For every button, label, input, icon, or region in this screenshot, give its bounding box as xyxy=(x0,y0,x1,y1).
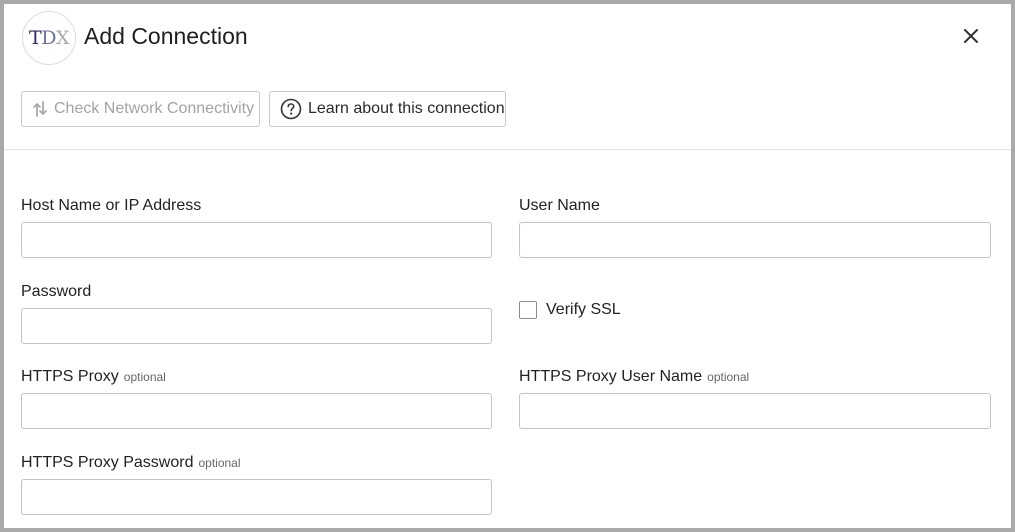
logo-letter-x: X xyxy=(55,27,70,49)
optional-hint: optional xyxy=(198,456,241,470)
username-label-text: User Name xyxy=(519,197,600,214)
https-proxy-input[interactable] xyxy=(21,393,492,429)
dialog-header: TDX Add Connection Check Network Connect… xyxy=(4,4,1011,150)
optional-hint: optional xyxy=(123,370,166,384)
https-proxy-user-label: HTTPS Proxy User Name optional xyxy=(519,367,749,387)
https-proxy-label-text: HTTPS Proxy xyxy=(21,368,119,385)
host-input[interactable] xyxy=(21,222,492,258)
check-network-label: Check Network Connectivity xyxy=(54,100,255,117)
close-button[interactable] xyxy=(959,24,983,48)
password-label: Password xyxy=(21,282,91,302)
check-network-connectivity-button[interactable]: Check Network Connectivity xyxy=(21,91,260,127)
https-proxy-password-label: HTTPS Proxy Password optional xyxy=(21,453,241,473)
host-label: Host Name or IP Address xyxy=(21,196,201,216)
host-label-text: Host Name or IP Address xyxy=(21,197,202,214)
logo-letter-d: D xyxy=(41,27,56,49)
https-proxy-user-input[interactable] xyxy=(519,393,991,429)
add-connection-dialog: TDX Add Connection Check Network Connect… xyxy=(0,0,1015,532)
logo-letter-t: T xyxy=(29,27,42,49)
password-input[interactable] xyxy=(21,308,492,344)
optional-hint: optional xyxy=(707,370,750,384)
password-label-text: Password xyxy=(21,283,92,300)
tdx-logo: TDX xyxy=(22,11,76,65)
header-divider xyxy=(4,149,1011,150)
learn-about-connection-button[interactable]: Learn about this connection xyxy=(269,91,506,127)
verify-ssl-checkbox[interactable] xyxy=(519,301,537,319)
https-proxy-password-label-text: HTTPS Proxy Password xyxy=(21,454,194,471)
https-proxy-label: HTTPS Proxy optional xyxy=(21,367,166,387)
help-circle-icon xyxy=(280,98,302,120)
dialog-title: Add Connection xyxy=(84,23,248,49)
learn-about-label: Learn about this connection xyxy=(308,100,505,117)
https-proxy-password-input[interactable] xyxy=(21,479,492,515)
username-input[interactable] xyxy=(519,222,991,258)
verify-ssl-label: Verify SSL xyxy=(546,301,621,318)
close-icon xyxy=(964,29,978,43)
username-label: User Name xyxy=(519,196,600,216)
network-check-icon xyxy=(32,100,48,118)
https-proxy-user-label-text: HTTPS Proxy User Name xyxy=(519,368,703,385)
